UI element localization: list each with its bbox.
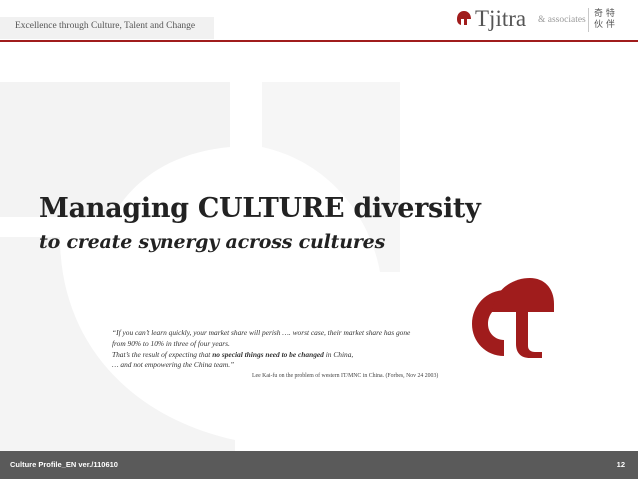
- logo-divider: [588, 8, 589, 32]
- slide: Excellence through Culture, Talent and C…: [0, 0, 638, 479]
- tagline: Excellence through Culture, Talent and C…: [15, 21, 196, 31]
- page-number: 12: [616, 460, 625, 469]
- document-label: Culture Profile_EN ver./110610: [10, 460, 118, 469]
- quote-line-4: … and not empowering the China team.”: [112, 360, 235, 370]
- logo-mark-icon: [457, 11, 471, 25]
- quote-line-2: from 90% to 10% in three of four years.: [112, 338, 230, 348]
- quote-line-3: That’s the result of expecting that no s…: [112, 350, 462, 361]
- logo-name: Tjitra: [475, 6, 527, 31]
- quote-line-1: “If you can’t learn quickly, your market…: [112, 328, 411, 337]
- tagline-box: Excellence through Culture, Talent and C…: [0, 17, 214, 39]
- quote-line-3-prefix: That’s the result of expecting that: [112, 349, 213, 359]
- header-divider: [0, 40, 638, 42]
- footer-bar: Culture Profile_EN ver./110610 12: [0, 451, 638, 479]
- brand-mark-icon: [472, 278, 554, 358]
- quote-source: Lee Kai-fu on the problem of western IT/…: [252, 373, 439, 379]
- logo-chinese-line2: 伙 伴: [594, 20, 615, 30]
- slide-subtitle: to create synergy across cultures: [39, 231, 386, 253]
- quote-emphasis: no special things need to be changed: [212, 349, 324, 359]
- quote: “If you can’t learn quickly, your market…: [112, 328, 462, 371]
- logo-chinese: 奇 特 伙 伴: [594, 9, 624, 31]
- quote-line-3-suffix: in China,: [323, 349, 354, 359]
- logo-chinese-line1: 奇 特: [594, 9, 615, 19]
- logo-associates: & associates: [538, 15, 586, 25]
- slide-title: Managing CULTURE diversity: [39, 193, 481, 224]
